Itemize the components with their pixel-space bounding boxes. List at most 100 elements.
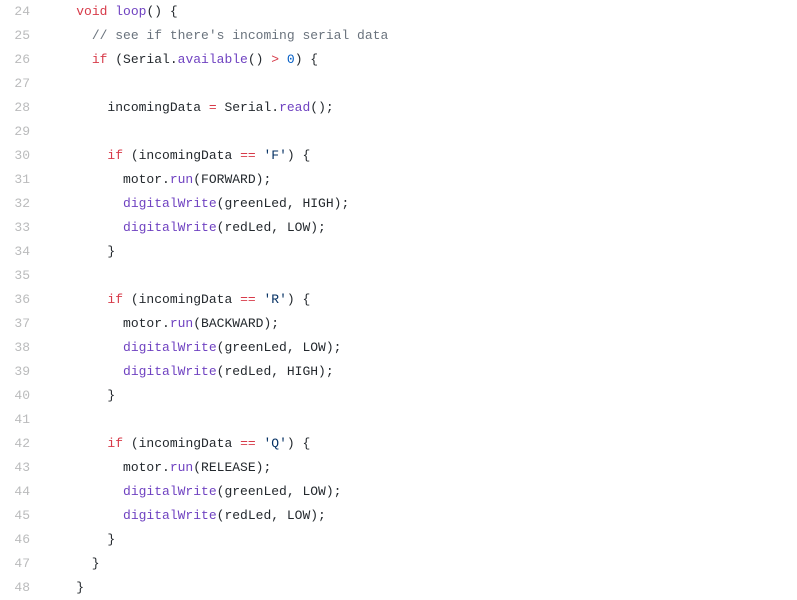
line-number: 29 (0, 120, 30, 144)
code-line: } (45, 576, 797, 600)
code-line: digitalWrite(redLed, LOW); (45, 216, 797, 240)
code-token: (redLed, LOW); (217, 508, 326, 523)
line-number: 35 (0, 264, 30, 288)
code-line: } (45, 528, 797, 552)
code-token (45, 28, 92, 43)
code-token: digitalWrite (123, 340, 217, 355)
code-token: (greenLed, HIGH); (217, 196, 350, 211)
code-token: Serial. (217, 100, 279, 115)
code-token: (incomingData (123, 148, 240, 163)
line-number: 47 (0, 552, 30, 576)
code-token: ) { (295, 52, 318, 67)
line-number: 40 (0, 384, 30, 408)
line-number: 45 (0, 504, 30, 528)
code-token: void (76, 4, 107, 19)
code-token: ) { (287, 148, 310, 163)
code-token: (incomingData (123, 436, 240, 451)
code-line: if (Serial.available() > 0) { (45, 48, 797, 72)
code-token (45, 340, 123, 355)
code-token (45, 220, 123, 235)
line-number: 34 (0, 240, 30, 264)
line-number: 36 (0, 288, 30, 312)
code-token: (redLed, LOW); (217, 220, 326, 235)
code-line: motor.run(RELEASE); (45, 456, 797, 480)
code-line: } (45, 240, 797, 264)
line-number: 26 (0, 48, 30, 72)
code-line: digitalWrite(greenLed, HIGH); (45, 192, 797, 216)
code-line: motor.run(BACKWARD); (45, 312, 797, 336)
code-line: digitalWrite(greenLed, LOW); (45, 480, 797, 504)
code-line: motor.run(FORWARD); (45, 168, 797, 192)
line-number: 41 (0, 408, 30, 432)
code-line: if (incomingData == 'Q') { (45, 432, 797, 456)
code-token: 'F' (263, 148, 286, 163)
code-token: (); (310, 100, 333, 115)
code-token (45, 292, 107, 307)
line-number: 38 (0, 336, 30, 360)
line-number: 27 (0, 72, 30, 96)
code-token: (redLed, HIGH); (217, 364, 334, 379)
code-token: if (107, 148, 123, 163)
code-token: run (170, 316, 193, 331)
code-token: (greenLed, LOW); (217, 340, 342, 355)
line-number: 28 (0, 96, 30, 120)
code-line (45, 408, 797, 432)
code-token: == (240, 436, 256, 451)
code-token: } (45, 244, 115, 259)
code-token: motor. (45, 172, 170, 187)
code-line: digitalWrite(redLed, LOW); (45, 504, 797, 528)
line-number: 46 (0, 528, 30, 552)
code-token: 'Q' (263, 436, 286, 451)
code-token (45, 436, 107, 451)
code-token: () (248, 52, 271, 67)
line-number: 30 (0, 144, 30, 168)
code-token: motor. (45, 316, 170, 331)
code-token: digitalWrite (123, 508, 217, 523)
code-token: run (170, 460, 193, 475)
line-number: 25 (0, 24, 30, 48)
code-token: motor. (45, 460, 170, 475)
code-token: digitalWrite (123, 484, 217, 499)
line-number: 31 (0, 168, 30, 192)
code-token: (Serial. (107, 52, 177, 67)
code-line: digitalWrite(greenLed, LOW); (45, 336, 797, 360)
code-line (45, 72, 797, 96)
code-line: if (incomingData == 'R') { (45, 288, 797, 312)
code-editor: 2425262728293031323334353637383940414243… (0, 0, 797, 600)
code-line: incomingData = Serial.read(); (45, 96, 797, 120)
code-token (45, 484, 123, 499)
code-token: (RELEASE); (193, 460, 271, 475)
code-line (45, 264, 797, 288)
code-token: read (279, 100, 310, 115)
line-number: 32 (0, 192, 30, 216)
code-token: digitalWrite (123, 220, 217, 235)
code-line: } (45, 552, 797, 576)
code-token: if (107, 436, 123, 451)
code-token (45, 196, 123, 211)
code-token: if (92, 52, 108, 67)
code-token: (FORWARD); (193, 172, 271, 187)
code-token: (incomingData (123, 292, 240, 307)
line-number: 42 (0, 432, 30, 456)
code-token: = (209, 100, 217, 115)
line-number: 43 (0, 456, 30, 480)
line-number-gutter: 2425262728293031323334353637383940414243… (0, 0, 45, 600)
code-content[interactable]: void loop() { // see if there's incoming… (45, 0, 797, 600)
code-line: // see if there's incoming serial data (45, 24, 797, 48)
code-token: == (240, 292, 256, 307)
code-token (45, 364, 123, 379)
code-token: == (240, 148, 256, 163)
line-number: 24 (0, 0, 30, 24)
code-token: 0 (287, 52, 295, 67)
code-token: } (45, 580, 84, 595)
code-line: void loop() { (45, 0, 797, 24)
code-token: if (107, 292, 123, 307)
code-line: digitalWrite(redLed, HIGH); (45, 360, 797, 384)
code-token (45, 148, 107, 163)
code-token (45, 508, 123, 523)
code-token: // see if there's incoming serial data (92, 28, 388, 43)
code-token: } (45, 388, 115, 403)
line-number: 33 (0, 216, 30, 240)
code-token: 'R' (263, 292, 286, 307)
code-token: loop (115, 4, 146, 19)
